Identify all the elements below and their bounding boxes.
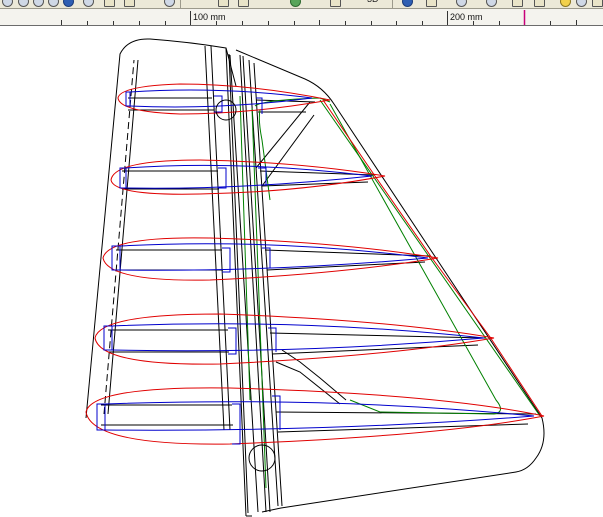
arrow-icon[interactable]	[456, 0, 467, 7]
print-icon[interactable]	[330, 0, 341, 7]
select-icon[interactable]	[218, 0, 229, 7]
toolbar: 3D	[0, 0, 603, 9]
pan-icon[interactable]	[83, 0, 94, 7]
measure-icon[interactable]	[512, 0, 523, 7]
ruler-label-100mm: 100 mm	[193, 12, 226, 22]
horizontal-ruler[interactable]: 100 mm 200 mm	[0, 9, 603, 26]
drawing-canvas[interactable]	[0, 26, 603, 517]
table-icon[interactable]	[534, 0, 545, 7]
3d-view-icon[interactable]: 3D	[367, 0, 379, 4]
rib-structure	[101, 97, 537, 433]
zoom-icon[interactable]	[402, 0, 413, 7]
wing-panel-drawing	[85, 38, 545, 517]
layer-icon[interactable]	[164, 0, 175, 7]
node-icon[interactable]	[238, 0, 249, 7]
settings-icon[interactable]	[576, 0, 587, 7]
help-icon[interactable]	[560, 0, 571, 7]
magnet-icon[interactable]	[290, 0, 301, 7]
ruler-label-200mm: 200 mm	[450, 12, 483, 22]
gear-icon[interactable]	[48, 0, 59, 7]
join-icon[interactable]	[486, 0, 497, 7]
mirror-icon[interactable]	[104, 0, 115, 7]
color-wheel-icon[interactable]	[63, 0, 74, 7]
close-icon[interactable]	[592, 0, 603, 7]
rotate-icon[interactable]	[33, 0, 44, 7]
text-tool-icon[interactable]	[124, 0, 135, 7]
circle-tool-icon[interactable]	[18, 0, 29, 7]
airfoil-sections	[85, 83, 545, 445]
toolbar-separator	[180, 0, 181, 8]
toolbar-separator	[392, 0, 393, 8]
ruler-ticks	[61, 10, 577, 25]
grid-icon[interactable]	[426, 0, 437, 7]
tool-icon[interactable]	[2, 0, 13, 7]
